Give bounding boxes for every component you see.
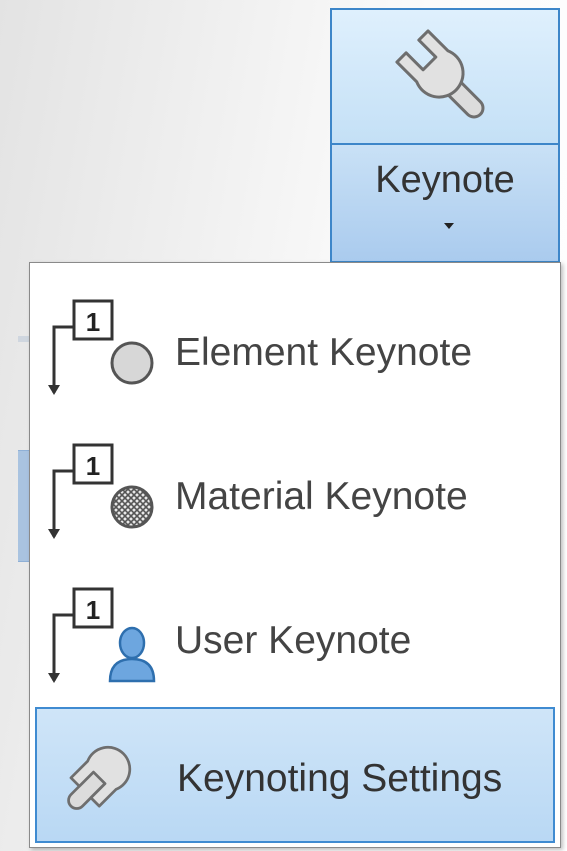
menu-item-label: Keynoting Settings: [177, 757, 503, 800]
svg-text:1: 1: [86, 451, 100, 481]
menu-item-label: Material Keynote: [175, 475, 468, 518]
svg-text:1: 1: [86, 307, 100, 337]
user-keynote-icon: 1: [48, 587, 156, 683]
chevron-down-icon: [444, 223, 454, 229]
svg-text:1: 1: [86, 595, 100, 625]
keynote-dropdown-toggle[interactable]: Keynote: [332, 145, 558, 261]
menu-item-user-keynote[interactable]: 1 User Keynote: [30, 561, 560, 705]
keynote-split-button[interactable]: Keynote: [330, 8, 560, 263]
keynote-dropdown-menu: 1 Element Keynote 1 Material Keynote 1 U…: [29, 262, 561, 848]
material-keynote-icon: 1: [48, 443, 154, 539]
wrench-icon: [67, 745, 132, 810]
menu-item-label: Element Keynote: [175, 331, 473, 374]
menu-item-keynoting-settings[interactable]: Keynoting Settings: [35, 707, 555, 843]
menu-item-element-keynote[interactable]: 1 Element Keynote: [30, 273, 560, 417]
menu-item-label: User Keynote: [175, 619, 412, 662]
keynote-button-top[interactable]: [332, 10, 558, 145]
element-keynote-icon: 1: [48, 299, 154, 395]
wrench-icon: [395, 29, 485, 119]
menu-item-material-keynote[interactable]: 1 Material Keynote: [30, 417, 560, 561]
keynote-button-label: Keynote: [375, 159, 515, 201]
